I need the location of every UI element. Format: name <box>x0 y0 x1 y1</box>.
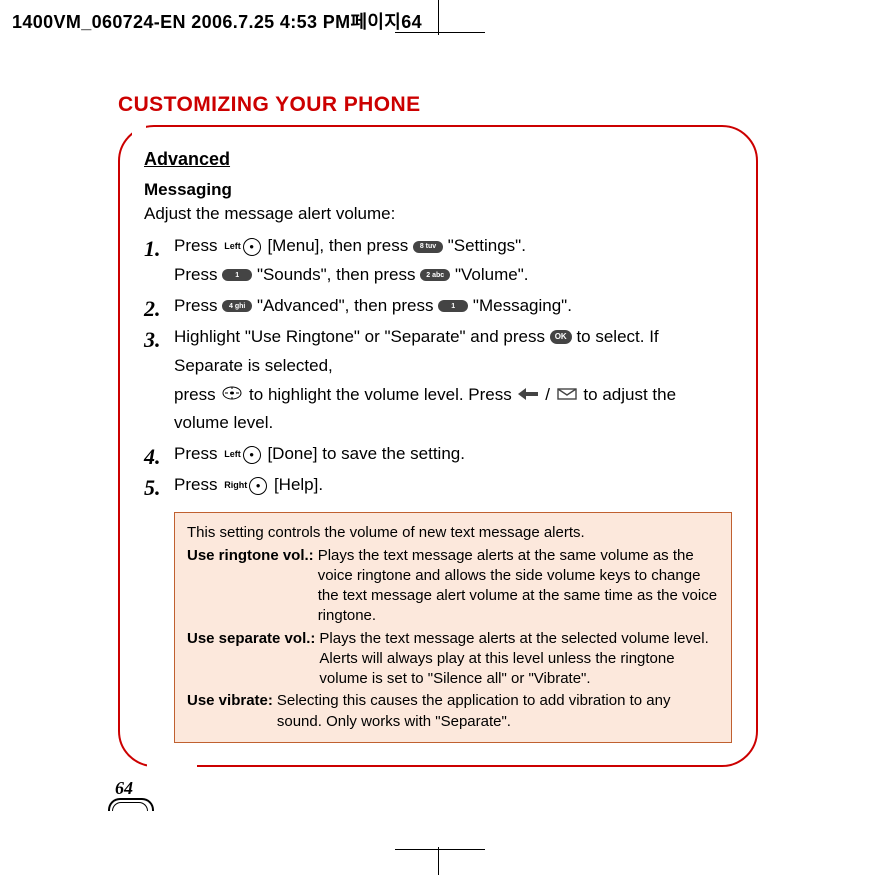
left-soft-key-icon: Left● <box>224 440 261 469</box>
crop-mark-icon <box>395 32 485 33</box>
left-arrow-icon <box>518 381 538 410</box>
nav-key-icon <box>222 381 242 410</box>
info-label: Use vibrate: <box>187 691 273 732</box>
step-text: "Sounds", then press <box>257 265 416 284</box>
step-text: press <box>174 385 216 404</box>
intro-text: Adjust the message alert volume: <box>144 204 732 224</box>
info-value: Selecting this causes the application to… <box>277 691 719 732</box>
key-4-icon: 4 ghi <box>222 300 252 312</box>
crop-mark-icon <box>438 847 439 875</box>
info-value: Plays the text message alerts at the sam… <box>318 546 719 627</box>
step-text: [Done] to save the setting. <box>267 444 465 463</box>
step-text: Press <box>174 236 217 255</box>
step-text: Press <box>174 265 217 284</box>
step-5: Press Right● [Help]. <box>174 471 732 500</box>
info-value: Plays the text message alerts at the sel… <box>319 629 719 690</box>
crop-mark-icon <box>438 0 439 35</box>
info-label: Use ringtone vol.: <box>187 546 314 627</box>
info-label: Use separate vol.: <box>187 629 315 690</box>
key-2-icon: 2 abc <box>420 269 450 281</box>
step-text: "Settings". <box>448 236 526 255</box>
right-soft-key-icon: Right● <box>224 471 267 500</box>
page-number: 64 <box>108 789 152 811</box>
step-4: Press Left● [Done] to save the setting. <box>174 440 732 469</box>
info-row: Use separate vol.: Plays the text messag… <box>187 629 719 690</box>
step-2: Press 4 ghi "Advanced", then press 1 "Me… <box>174 292 732 321</box>
info-row: Use vibrate: Selecting this causes the a… <box>187 691 719 732</box>
step-text: Highlight "Use Ringtone" or "Separate" a… <box>174 327 545 346</box>
key-1-icon: 1 <box>222 269 252 281</box>
envelope-icon <box>557 381 577 410</box>
step-text: [Menu], then press <box>267 236 408 255</box>
step-text: "Messaging". <box>473 296 572 315</box>
info-row: Use ringtone vol.: Plays the text messag… <box>187 546 719 627</box>
step-3: Highlight "Use Ringtone" or "Separate" a… <box>174 323 732 439</box>
step-text: "Volume". <box>455 265 529 284</box>
page-title: CUSTOMIZING YOUR PHONE <box>118 93 758 117</box>
crop-mark-icon <box>395 849 485 850</box>
subsection-heading: Messaging <box>144 180 732 200</box>
step-text: Press <box>174 296 217 315</box>
step-1: Press Left● [Menu], then press 8 tuv "Se… <box>174 232 732 290</box>
step-text: [Help]. <box>274 475 323 494</box>
steps-list: Press Left● [Menu], then press 8 tuv "Se… <box>144 232 732 500</box>
key-1-icon: 1 <box>438 300 468 312</box>
section-heading: Advanced <box>144 149 732 170</box>
info-intro: This setting controls the volume of new … <box>187 523 719 543</box>
step-text: Press <box>174 475 217 494</box>
ok-key-icon: OK <box>550 330 572 344</box>
step-text: "Advanced", then press <box>257 296 434 315</box>
content-panel: Advanced Messaging Adjust the message al… <box>118 125 758 767</box>
file-header: 1400VM_060724-EN 2006.7.25 4:53 PM페이지64 <box>12 8 422 34</box>
step-text: / <box>545 385 550 404</box>
step-text: Press <box>174 444 217 463</box>
key-8-icon: 8 tuv <box>413 241 443 253</box>
step-text: to highlight the volume level. Press <box>249 385 512 404</box>
info-box: This setting controls the volume of new … <box>174 512 732 743</box>
left-soft-key-icon: Left● <box>224 232 261 261</box>
page-content: CUSTOMIZING YOUR PHONE Advanced Messagin… <box>118 93 758 767</box>
